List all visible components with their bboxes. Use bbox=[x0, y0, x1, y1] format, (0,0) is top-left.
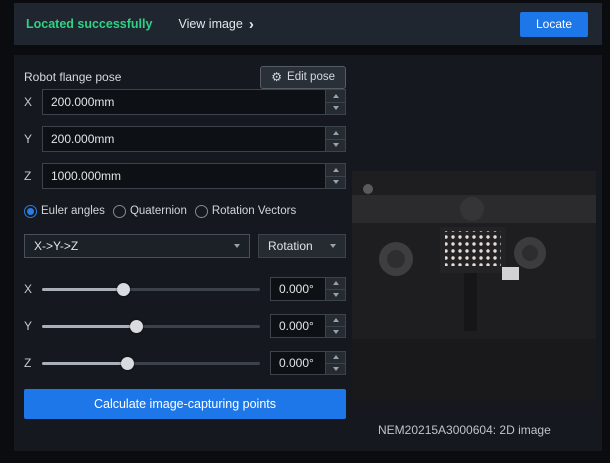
x-angle-value: 0.000° bbox=[279, 282, 314, 296]
gear-icon: ⚙ bbox=[271, 70, 283, 84]
euler-order-value: X->Y->Z bbox=[34, 239, 79, 253]
z-position-input[interactable]: 1000.000mm bbox=[42, 163, 346, 189]
pose-field-row-x: X 200.000mm bbox=[24, 89, 346, 115]
panel-title: Robot flange pose bbox=[24, 70, 122, 84]
axis-label: Y bbox=[24, 319, 33, 333]
y-angle-slider[interactable] bbox=[42, 319, 260, 333]
radio-label: Quaternion bbox=[129, 205, 187, 217]
rotation-mode-group: Euler angles Quaternion Rotation Vectors bbox=[24, 202, 346, 220]
edit-pose-button[interactable]: ⚙ Edit pose bbox=[260, 65, 346, 89]
spin-up-button[interactable] bbox=[326, 90, 345, 103]
status-text: Located successfully bbox=[26, 17, 153, 31]
panel-header: Robot flange pose ⚙ Edit pose bbox=[24, 65, 346, 89]
view-image-label: View image bbox=[178, 17, 243, 31]
euler-order-dropdown[interactable]: X->Y->Z bbox=[24, 234, 250, 258]
triangle-up-icon bbox=[332, 167, 339, 172]
z-angle-spinner bbox=[325, 352, 345, 374]
triangle-down-icon bbox=[332, 329, 339, 334]
x-angle-input[interactable]: 0.000° bbox=[270, 277, 346, 301]
caret-down-icon bbox=[330, 244, 336, 248]
caret-down-icon bbox=[234, 244, 240, 248]
slider-handle[interactable] bbox=[116, 283, 130, 296]
z-position-spinner bbox=[325, 164, 345, 188]
triangle-down-icon bbox=[332, 292, 339, 297]
slider-fill bbox=[42, 362, 128, 365]
slider-fill bbox=[42, 325, 136, 328]
z-angle-value: 0.000° bbox=[279, 356, 314, 370]
view-image-link[interactable]: View image › bbox=[178, 17, 253, 32]
axis-label: Z bbox=[24, 169, 32, 183]
triangle-down-icon bbox=[332, 106, 339, 111]
y-angle-spinner bbox=[325, 315, 345, 337]
spin-up-button[interactable] bbox=[326, 164, 345, 177]
z-angle-input[interactable]: 0.000° bbox=[270, 351, 346, 375]
x-position-input[interactable]: 200.000mm bbox=[42, 89, 346, 115]
spin-down-button[interactable] bbox=[326, 140, 345, 152]
spin-up-button[interactable] bbox=[326, 127, 345, 140]
rotation-dropdown[interactable]: Rotation bbox=[258, 234, 346, 258]
locate-button[interactable]: Locate bbox=[519, 11, 588, 37]
z-angle-slider[interactable] bbox=[42, 356, 260, 370]
slider-handle[interactable] bbox=[129, 320, 143, 333]
pose-field-row-y: Y 200.000mm bbox=[24, 126, 346, 152]
spin-down-button[interactable] bbox=[326, 327, 345, 338]
angle-row-x: X 0.000° bbox=[24, 277, 346, 301]
axis-label: Y bbox=[24, 132, 33, 146]
edit-pose-label: Edit pose bbox=[287, 71, 335, 83]
triangle-up-icon bbox=[332, 93, 339, 98]
calculate-points-button[interactable]: Calculate image-capturing points bbox=[24, 389, 346, 419]
pose-field-row-z: Z 1000.000mm bbox=[24, 163, 346, 189]
y-angle-value: 0.000° bbox=[279, 319, 314, 333]
radio-icon bbox=[112, 204, 126, 218]
spin-up-button[interactable] bbox=[326, 352, 345, 364]
angle-row-z: Z 0.000° bbox=[24, 351, 346, 375]
y-angle-input[interactable]: 0.000° bbox=[270, 314, 346, 338]
triangle-up-icon bbox=[332, 355, 339, 360]
radio-label: Rotation Vectors bbox=[211, 205, 297, 217]
slider-fill bbox=[42, 288, 123, 291]
spin-down-button[interactable] bbox=[326, 177, 345, 189]
spin-down-button[interactable] bbox=[326, 364, 345, 375]
pose-controls: Robot flange pose ⚙ Edit pose X 200.000m… bbox=[24, 63, 346, 441]
top-bar: Located successfully View image › Locate bbox=[14, 3, 602, 45]
spin-down-button[interactable] bbox=[326, 290, 345, 301]
image-preview-panel: NEM20215A3000604: 2D image bbox=[346, 63, 602, 441]
spin-down-button[interactable] bbox=[326, 103, 345, 115]
y-position-value: 200.000mm bbox=[51, 132, 115, 146]
triangle-down-icon bbox=[332, 366, 339, 371]
x-position-spinner bbox=[325, 90, 345, 114]
x-angle-spinner bbox=[325, 278, 345, 300]
y-position-input[interactable]: 200.000mm bbox=[42, 126, 346, 152]
x-position-value: 200.000mm bbox=[51, 95, 115, 109]
triangle-up-icon bbox=[332, 318, 339, 323]
z-position-value: 1000.000mm bbox=[51, 169, 122, 183]
slider-handle[interactable] bbox=[121, 357, 135, 370]
triangle-up-icon bbox=[332, 130, 339, 135]
radio-selected-icon bbox=[24, 204, 37, 218]
spin-up-button[interactable] bbox=[326, 315, 345, 327]
radio-euler-angles[interactable]: Euler angles bbox=[24, 204, 105, 218]
axis-label: Z bbox=[24, 356, 32, 370]
x-angle-slider[interactable] bbox=[42, 282, 260, 296]
radio-label: Euler angles bbox=[41, 205, 105, 217]
spin-up-button[interactable] bbox=[326, 278, 345, 290]
app-window: Located successfully View image › Locate… bbox=[0, 0, 610, 463]
rotation-combo-row: X->Y->Z Rotation bbox=[24, 234, 346, 258]
angle-row-y: Y 0.000° bbox=[24, 314, 346, 338]
camera-image bbox=[352, 171, 596, 401]
y-position-spinner bbox=[325, 127, 345, 151]
triangle-up-icon bbox=[332, 281, 339, 286]
image-caption: NEM20215A3000604: 2D image bbox=[378, 423, 551, 437]
radio-rotation-vectors[interactable]: Rotation Vectors bbox=[194, 204, 297, 218]
camera-image-svg bbox=[352, 171, 596, 401]
radio-quaternion[interactable]: Quaternion bbox=[112, 204, 187, 218]
axis-label: X bbox=[24, 95, 33, 109]
triangle-down-icon bbox=[332, 180, 339, 185]
main-panel: Robot flange pose ⚙ Edit pose X 200.000m… bbox=[14, 55, 602, 451]
triangle-down-icon bbox=[332, 143, 339, 148]
chevron-right-icon: › bbox=[248, 15, 254, 33]
axis-label: X bbox=[24, 282, 33, 296]
rotation-dropdown-value: Rotation bbox=[268, 239, 313, 253]
radio-icon bbox=[194, 204, 208, 218]
